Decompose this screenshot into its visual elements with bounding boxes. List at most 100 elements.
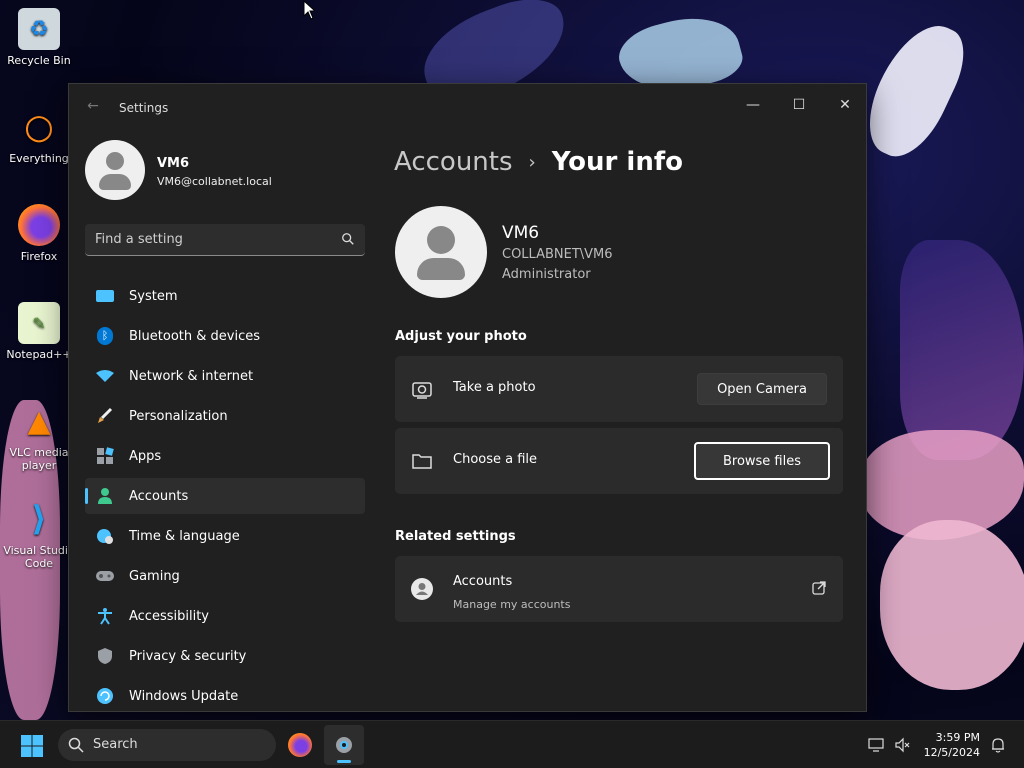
firefox-icon xyxy=(288,733,312,757)
sidebar-item-apps[interactable]: Apps xyxy=(85,438,365,474)
profile-name: VM6 xyxy=(157,156,190,171)
user-name: VM6 xyxy=(502,223,540,243)
avatar xyxy=(85,140,145,200)
desktop-icon-label: Notepad++ xyxy=(6,348,72,361)
sidebar-item-label: Time & language xyxy=(129,528,240,544)
related-settings-heading: Related settings xyxy=(395,529,516,544)
desktop-icon-label: Everything xyxy=(9,152,69,165)
mouse-cursor-icon xyxy=(303,0,315,20)
sidebar-item-system[interactable]: System xyxy=(85,278,365,314)
related-accounts-title: Accounts xyxy=(453,574,513,589)
back-arrow-icon[interactable]: ← xyxy=(83,96,103,116)
desktop-icon-notepadpp[interactable]: ✎ Notepad++ xyxy=(0,302,78,361)
desktop-icon-vscode[interactable]: ⟩ Visual Studio Code xyxy=(0,498,78,570)
take-photo-card: Take a photo Open Camera xyxy=(395,356,843,422)
update-icon xyxy=(95,686,115,706)
accessibility-icon xyxy=(95,606,115,626)
desktop-icon-vlc[interactable]: ▲ VLC media player xyxy=(0,400,78,473)
related-accounts-card[interactable]: Accounts Manage my accounts xyxy=(395,556,843,622)
taskbar-clock[interactable]: 3:59 PM 12/5/2024 xyxy=(924,730,980,760)
desktop-icon-label: Visual Studio Code xyxy=(3,544,75,570)
desktop-icon-firefox[interactable]: Firefox xyxy=(0,204,78,263)
sidebar-item-label: Bluetooth & devices xyxy=(129,328,260,344)
firefox-icon xyxy=(18,204,60,246)
sidebar-item-personalization[interactable]: Personalization xyxy=(85,398,365,434)
sidebar-item-privacy[interactable]: Privacy & security xyxy=(85,638,365,674)
search-icon xyxy=(68,737,84,753)
breadcrumb: Accounts › Your info xyxy=(394,142,683,182)
chevron-right-icon: › xyxy=(528,151,536,173)
close-button[interactable]: ✕ xyxy=(822,90,868,120)
folder-icon xyxy=(412,454,432,469)
clock-date: 12/5/2024 xyxy=(923,746,980,759)
wallpaper-shape xyxy=(900,240,1024,460)
sidebar-item-windows-update[interactable]: Windows Update xyxy=(85,678,365,714)
open-external-icon xyxy=(812,581,826,595)
network-monitor-icon[interactable] xyxy=(868,737,884,753)
volume-muted-icon[interactable] xyxy=(894,737,910,753)
sidebar-item-label: Apps xyxy=(129,448,162,464)
wallpaper-shape xyxy=(853,11,977,169)
taskbar-search[interactable]: Search xyxy=(58,729,276,761)
taskbar-search-placeholder: Search xyxy=(93,737,138,752)
sidebar-item-label: Network & internet xyxy=(129,368,254,384)
wallpaper-shape xyxy=(880,520,1024,690)
sidebar-item-label: Personalization xyxy=(129,408,228,424)
browse-files-button[interactable]: Browse files xyxy=(694,442,830,480)
choose-file-label: Choose a file xyxy=(453,452,538,467)
camera-icon xyxy=(412,382,432,399)
bluetooth-icon: ᛒ xyxy=(95,326,115,346)
user-avatar xyxy=(395,206,487,298)
desktop-icon-label: Recycle Bin xyxy=(7,54,71,67)
sidebar-nav: System ᛒ Bluetooth & devices Network & i… xyxy=(85,278,365,718)
minimize-button[interactable]: — xyxy=(730,90,776,120)
vscode-icon: ⟩ xyxy=(31,499,47,539)
sidebar-item-gaming[interactable]: Gaming xyxy=(85,558,365,594)
everything-icon: ○ xyxy=(24,107,54,147)
recycle-bin-icon: ♻ xyxy=(18,8,60,50)
notepadpp-icon: ✎ xyxy=(18,302,60,344)
user-domain: COLLABNET\VM6 xyxy=(502,247,613,262)
taskbar-settings[interactable] xyxy=(324,725,364,765)
sidebar-item-accounts[interactable]: Accounts xyxy=(85,478,365,514)
taskbar-firefox[interactable] xyxy=(280,725,320,765)
desktop-icon-label: Firefox xyxy=(20,250,58,263)
profile-email: VM6@collabnet.local xyxy=(157,175,272,188)
wifi-icon xyxy=(95,366,115,386)
vlc-cone-icon: ▲ xyxy=(27,403,51,439)
windows-start-icon[interactable] xyxy=(20,734,44,758)
sidebar-item-bluetooth[interactable]: ᛒ Bluetooth & devices xyxy=(85,318,365,354)
sidebar-item-time-language[interactable]: Time & language xyxy=(85,518,365,554)
title-bar[interactable]: ← Settings — ☐ ✕ xyxy=(69,84,866,132)
sidebar-item-label: Accessibility xyxy=(129,608,209,624)
user-role: Administrator xyxy=(502,267,591,282)
account-circle-icon xyxy=(411,578,433,600)
desktop-icon-recycle-bin[interactable]: ♻ Recycle Bin xyxy=(0,8,78,67)
taskbar: Search 3:59 PM 12/5/2024 xyxy=(0,720,1024,768)
desktop-icon-label: VLC media player xyxy=(9,446,69,472)
window-title: Settings xyxy=(119,101,169,115)
open-camera-button[interactable]: Open Camera xyxy=(697,373,827,405)
sidebar-item-network[interactable]: Network & internet xyxy=(85,358,365,394)
shield-icon xyxy=(95,646,115,666)
sidebar-item-label: Gaming xyxy=(129,568,180,584)
desktop-icon-everything[interactable]: ○ Everything xyxy=(0,106,78,165)
choose-file-card: Choose a file Browse files xyxy=(395,428,843,494)
page-title: Your info xyxy=(551,147,684,177)
notification-bell-icon[interactable] xyxy=(990,737,1006,753)
sidebar-item-accessibility[interactable]: Accessibility xyxy=(85,598,365,634)
breadcrumb-accounts-link[interactable]: Accounts xyxy=(394,147,513,177)
sidebar-item-label: Privacy & security xyxy=(129,648,247,664)
search-input[interactable]: Find a setting xyxy=(85,224,365,256)
sidebar-item-label: Windows Update xyxy=(129,688,239,704)
gear-icon xyxy=(336,737,352,753)
globe-clock-icon xyxy=(95,526,115,546)
person-icon xyxy=(95,486,115,506)
maximize-button[interactable]: ☐ xyxy=(776,90,822,120)
settings-window: ← Settings — ☐ ✕ VM6 VM6@collabnet.local… xyxy=(68,83,867,712)
system-icon xyxy=(95,286,115,306)
adjust-photo-heading: Adjust your photo xyxy=(395,329,527,344)
search-placeholder: Find a setting xyxy=(95,232,183,247)
active-app-indicator xyxy=(337,760,351,763)
sidebar-item-label: Accounts xyxy=(129,488,189,504)
